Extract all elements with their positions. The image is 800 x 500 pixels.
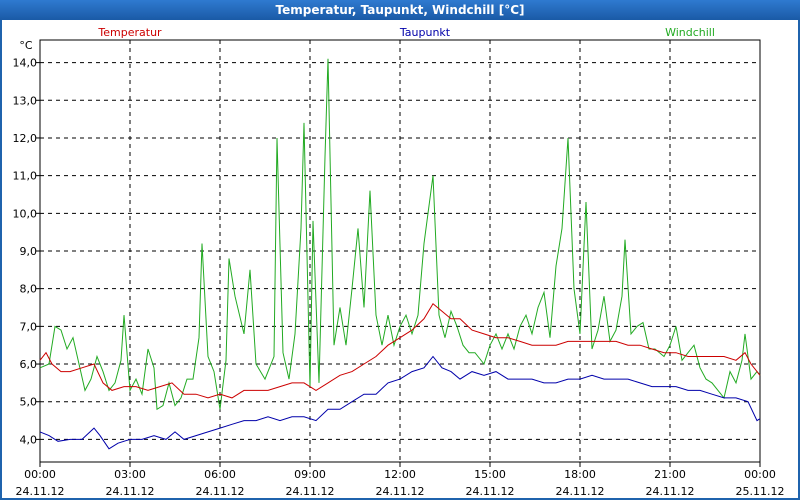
- legend-temperatur: Temperatur: [97, 26, 162, 39]
- x-tick-time-label: 00:00: [24, 468, 56, 481]
- x-tick-date-label: 24.11.12: [466, 485, 515, 498]
- y-tick-label: 7,0: [20, 320, 38, 333]
- y-tick-label: 10,0: [13, 207, 38, 220]
- chart-window: Temperatur, Taupunkt, Windchill [°C] 4,0…: [0, 0, 800, 500]
- x-tick-date-label: 24.11.12: [556, 485, 605, 498]
- x-tick-time-label: 15:00: [474, 468, 506, 481]
- x-tick-date-label: 24.11.12: [646, 485, 695, 498]
- y-tick-label: 5,0: [20, 396, 38, 409]
- x-tick-date-label: 25.11.12: [736, 485, 785, 498]
- y-tick-label: 9,0: [20, 245, 38, 258]
- x-tick-time-label: 12:00: [384, 468, 416, 481]
- x-tick-time-label: 06:00: [204, 468, 236, 481]
- x-tick-time-label: 00:00: [744, 468, 776, 481]
- chart-area: 4,0 5,0 6,0 7,0 8,0 9,0 10,0 11,0 12,0 13,0 14,0 °C…: [2, 20, 798, 498]
- y-tick-label: 8,0: [20, 283, 38, 296]
- legend-windchill: Windchill: [665, 26, 715, 39]
- y-axis-unit: °C: [19, 39, 33, 52]
- x-tick-time-label: 18:00: [564, 468, 596, 481]
- y-tick-label: 12,0: [13, 132, 38, 145]
- x-tick-date-label: 24.11.12: [106, 485, 155, 498]
- window-title: Temperatur, Taupunkt, Windchill [°C]: [0, 0, 800, 20]
- x-tick-date-label: 24.11.12: [376, 485, 425, 498]
- x-tick-date-label: 24.11.12: [286, 485, 335, 498]
- x-tick-time-label: 03:00: [114, 468, 146, 481]
- x-tick-time-label: 09:00: [294, 468, 326, 481]
- x-tick-date-label: 24.11.12: [196, 485, 245, 498]
- y-tick-label: 13,0: [13, 94, 38, 107]
- line-chart: 4,0 5,0 6,0 7,0 8,0 9,0 10,0 11,0 12,0 13,0 14,0 °C…: [13, 26, 785, 498]
- y-tick-label: 14,0: [13, 57, 38, 70]
- y-tick-label: 6,0: [20, 358, 38, 371]
- y-tick-label: 4,0: [20, 433, 38, 446]
- legend-taupunkt: Taupunkt: [399, 26, 451, 39]
- x-tick-date-label: 24.11.12: [16, 485, 65, 498]
- x-tick-time-label: 21:00: [654, 468, 686, 481]
- y-tick-label: 11,0: [13, 170, 38, 183]
